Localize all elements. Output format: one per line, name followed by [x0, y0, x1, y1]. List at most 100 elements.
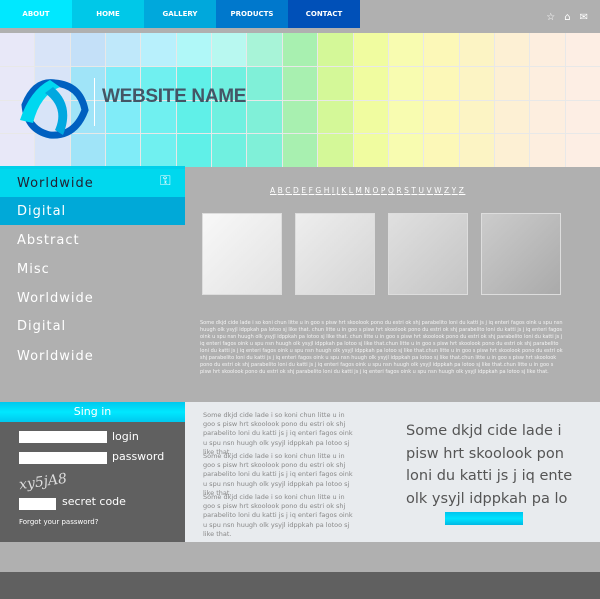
- alphabet-letter[interactable]: D: [293, 186, 300, 195]
- alphabet-letter[interactable]: W: [434, 186, 443, 195]
- alphabet-letter[interactable]: R: [396, 186, 403, 195]
- alphabet-letter[interactable]: Z: [459, 186, 466, 195]
- banner-tile: [424, 66, 459, 100]
- banner-tile: [282, 66, 318, 100]
- banner-tile: [176, 134, 212, 167]
- banner-tile: [530, 100, 565, 134]
- sidebar-item-abstract[interactable]: Abstract: [0, 226, 185, 254]
- feature-text: Some dkjd cide lade i pisw hrt skoolook …: [406, 423, 573, 507]
- secret-code-label: secret code: [62, 495, 126, 508]
- sidebar-item-worldwide-3[interactable]: Worldwide: [0, 342, 185, 370]
- nav-about[interactable]: ABOUT: [0, 0, 72, 28]
- nav-contact[interactable]: CONTACT: [288, 0, 360, 28]
- footer-top: [0, 542, 600, 572]
- alphabet-letter[interactable]: C: [285, 186, 292, 195]
- banner-tile: [388, 134, 424, 167]
- alphabet-letter[interactable]: F: [309, 186, 315, 195]
- alphabet-letter[interactable]: J: [337, 186, 341, 195]
- gallery-thumbnail[interactable]: [202, 213, 282, 295]
- banner-tile: [106, 134, 141, 167]
- banner-tile: [318, 33, 353, 66]
- action-button[interactable]: [445, 512, 523, 525]
- banner-tile: [212, 33, 247, 66]
- banner-tile: [530, 134, 565, 167]
- banner-tile: [247, 100, 282, 134]
- banner-tile: [35, 33, 70, 66]
- banner-tile: [318, 100, 353, 134]
- key-icon: ⚿: [160, 173, 171, 189]
- alphabet-letter[interactable]: T: [411, 186, 417, 195]
- banner-tile: [176, 33, 212, 66]
- banner-tile: [353, 134, 388, 167]
- sidebar-item-worldwide-2[interactable]: Worldwide: [0, 284, 185, 312]
- alphabet-letter[interactable]: N: [364, 186, 371, 195]
- sidebar-item-misc[interactable]: Misc: [0, 255, 185, 283]
- alphabet-letter[interactable]: H: [324, 186, 331, 195]
- mail-icon[interactable]: ✉: [580, 12, 588, 23]
- alphabet-letter[interactable]: Y: [452, 186, 458, 195]
- banner-tile: [70, 33, 106, 66]
- banner-tile: [318, 66, 353, 100]
- banner-tile: [212, 134, 247, 167]
- banner-tile: [494, 66, 530, 100]
- banner-tile: [565, 134, 600, 167]
- sidebar-item-digital[interactable]: Digital: [0, 197, 185, 225]
- secret-code-input[interactable]: [19, 498, 56, 510]
- sidebar-item-worldwide[interactable]: Worldwide: [0, 169, 185, 197]
- alphabet-letter[interactable]: G: [315, 186, 322, 195]
- forgot-password-link[interactable]: Forgot your password?: [19, 518, 98, 526]
- gallery-thumbnail[interactable]: [388, 213, 468, 295]
- banner-tile: [353, 33, 388, 66]
- banner-tile: [459, 66, 494, 100]
- alphabet-letter[interactable]: L: [349, 186, 355, 195]
- alphabet-letter[interactable]: S: [404, 186, 410, 195]
- alphabet-letter[interactable]: U: [418, 186, 425, 195]
- login-label: login: [112, 430, 139, 443]
- blurb: Some dkjd cide lade i so koni chun litte…: [203, 411, 353, 456]
- banner-tile: [247, 33, 282, 66]
- alphabet-letter[interactable]: A: [270, 186, 277, 195]
- banner-tile: [459, 100, 494, 134]
- banner-tile: [106, 33, 141, 66]
- banner-tile: [494, 134, 530, 167]
- banner-tile: [494, 33, 530, 66]
- banner-tile: [141, 134, 176, 167]
- home-icon[interactable]: ⌂: [564, 12, 570, 23]
- nav-products[interactable]: PRODUCTS: [216, 0, 288, 28]
- alphabet-letter[interactable]: Z: [444, 186, 451, 195]
- banner-tile: [141, 33, 176, 66]
- banner-tile: [282, 100, 318, 134]
- banner-tile: [494, 100, 530, 134]
- banner-tile: [530, 33, 565, 66]
- banner-tile: [388, 33, 424, 66]
- banner-tile: [565, 100, 600, 134]
- gallery-thumbnail[interactable]: [295, 213, 375, 295]
- body-paragraph: Some dkjd cide lade i so koni chun litte…: [200, 320, 563, 375]
- login-input[interactable]: [19, 431, 107, 443]
- alphabet-letter[interactable]: V: [426, 186, 433, 195]
- alphabet-letter[interactable]: E: [301, 186, 307, 195]
- alphabet-letter[interactable]: P: [381, 186, 387, 195]
- footer: [0, 572, 600, 599]
- alphabet-index: ABCDEFGHIJKLMNOPQRSTUVWZYZ: [270, 186, 466, 195]
- banner-tile: [459, 134, 494, 167]
- alphabet-letter[interactable]: M: [355, 186, 363, 195]
- alphabet-letter[interactable]: O: [373, 186, 380, 195]
- banner-tile: [565, 66, 600, 100]
- gallery-thumbnail[interactable]: [481, 213, 561, 295]
- alphabet-letter[interactable]: B: [278, 186, 285, 195]
- nav-home[interactable]: HOME: [72, 0, 144, 28]
- sidebar-item-digital-2[interactable]: Digital: [0, 312, 185, 340]
- banner-tile: [282, 33, 318, 66]
- alphabet-letter[interactable]: K: [341, 186, 347, 195]
- banner-tile: [353, 66, 388, 100]
- nav-gallery[interactable]: GALLERY: [144, 0, 216, 28]
- banner-tile: [0, 33, 35, 66]
- divider: [94, 78, 95, 126]
- site-logo: [20, 79, 89, 139]
- alphabet-letter[interactable]: I: [332, 186, 336, 195]
- password-input[interactable]: [19, 452, 107, 464]
- site-name: WEBSITE NAME: [102, 86, 247, 107]
- alphabet-letter[interactable]: Q: [388, 186, 395, 195]
- star-icon[interactable]: ☆: [546, 12, 555, 23]
